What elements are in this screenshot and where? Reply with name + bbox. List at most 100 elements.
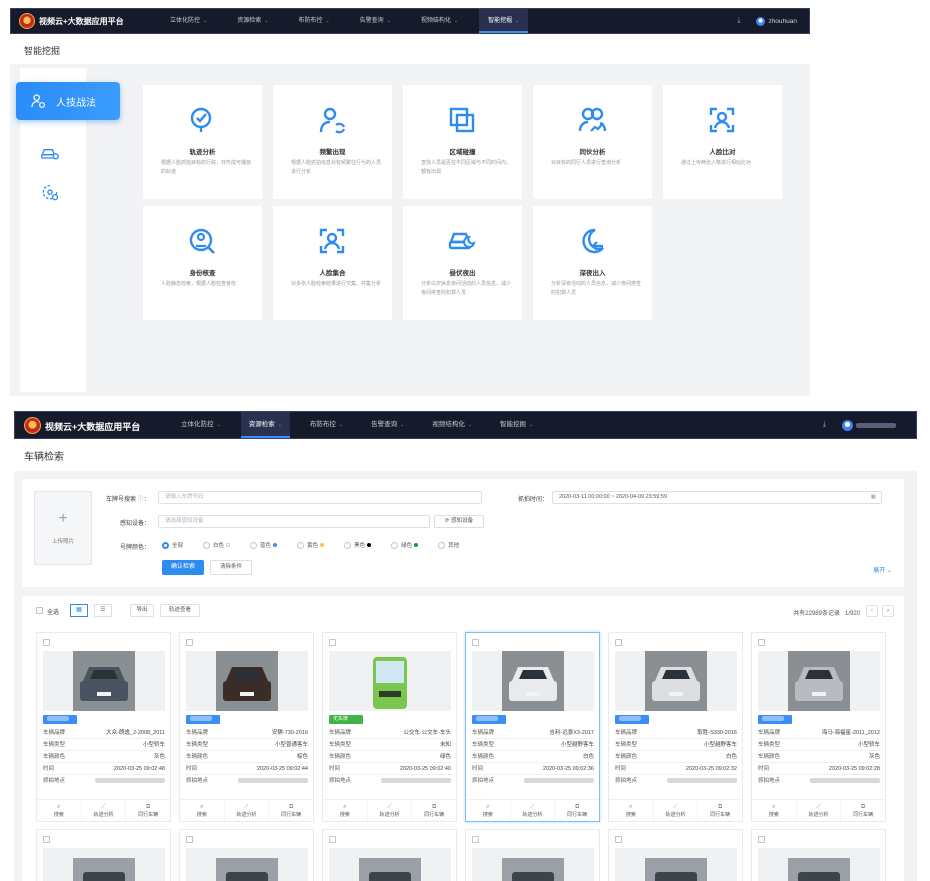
- plate-color-radio[interactable]: 黄色: [297, 541, 325, 549]
- card-checkbox[interactable]: [615, 836, 622, 843]
- upload-photo-area[interactable]: + 上传照片: [34, 491, 92, 565]
- vehicle-action-button[interactable]: ⧉ 同行车辆: [126, 800, 170, 821]
- vehicle-card[interactable]: [322, 829, 457, 881]
- radio-circle-icon: [391, 541, 399, 549]
- grid-view-icon[interactable]: ▦: [70, 604, 88, 617]
- vehicle-action-button[interactable]: ⧉ 同行车辆: [412, 800, 456, 821]
- plate-color-radio[interactable]: 黑色: [344, 541, 372, 549]
- avatar[interactable]: [842, 419, 853, 431]
- menu-item[interactable]: 告警查询 ⌄: [351, 9, 400, 33]
- menu-item[interactable]: 立体化防控 ⌄: [161, 9, 216, 33]
- card-checkbox[interactable]: [329, 836, 336, 843]
- expand-link[interactable]: 展开 ⌄: [873, 565, 892, 574]
- vehicle-action-button[interactable]: ⧉ 同行车辆: [555, 800, 599, 821]
- vehicle-action-button[interactable]: ⌕ 搜索: [466, 800, 511, 821]
- vehicle-card[interactable]: 车辆品牌 取胜-S330-2016 车辆类型 小型越野客车 车辆颜色 白色 时间 2020-0…: [608, 632, 743, 822]
- username-masked[interactable]: [856, 422, 896, 428]
- strategy-card[interactable]: 轨迹分析 根据人脸抓拍目标的行踪，并形成可播放的轨迹: [143, 85, 262, 199]
- vehicle-action-button[interactable]: ⟋ 轨迹分析: [797, 800, 842, 821]
- vehicle-card[interactable]: [608, 829, 743, 881]
- list-view-icon[interactable]: ☰: [94, 604, 112, 617]
- vehicle-card[interactable]: [36, 829, 171, 881]
- prev-page-icon[interactable]: ‹: [866, 605, 878, 617]
- menu-item[interactable]: 立体化防控 ⌄: [173, 412, 229, 438]
- menu-item[interactable]: 告警查询 ⌄: [363, 412, 412, 438]
- vehicle-action-button[interactable]: ⌕ 搜索: [609, 800, 654, 821]
- plate-color-radio[interactable]: 其他: [438, 541, 459, 549]
- vehicle-action-button[interactable]: ⌕ 搜索: [180, 800, 225, 821]
- vehicle-card[interactable]: 车辆品牌 安騏-730-2016 车辆类型 小型普通客车 车辆颜色 棕色 时间 2020-03…: [179, 632, 314, 822]
- plate-color-radio[interactable]: 蓝色: [250, 541, 278, 549]
- card-checkbox[interactable]: [758, 836, 765, 843]
- download-icon[interactable]: ⤓: [737, 17, 740, 25]
- menu-item[interactable]: 视频结构化 ⌄: [424, 412, 480, 438]
- strategy-card[interactable]: 人脸集合 对多张人脸检索结果进行交集、并集分析: [273, 206, 392, 320]
- vehicle-attr-row: 时间 2020-03-25 09:02:28: [758, 763, 880, 775]
- vehicle-card[interactable]: [465, 829, 600, 881]
- download-icon[interactable]: ⤓: [823, 421, 826, 429]
- avatar[interactable]: [756, 16, 766, 26]
- vehicle-action-button[interactable]: ⟋ 轨迹分析: [82, 800, 127, 821]
- card-checkbox[interactable]: [472, 639, 479, 646]
- plate-color-radio[interactable]: 全部: [162, 541, 183, 549]
- menu-item[interactable]: 智能挖掘 ⌄: [492, 412, 541, 438]
- plate-color-radio[interactable]: 白色: [203, 541, 231, 549]
- card-checkbox[interactable]: [186, 639, 193, 646]
- vehicle-action-button[interactable]: ⟋ 轨迹分析: [654, 800, 699, 821]
- card-checkbox[interactable]: [43, 836, 50, 843]
- location-search-icon[interactable]: [40, 183, 60, 203]
- strategy-card[interactable]: 区域碰撞 查找人员是否在不同区域与不同时间内，都有出现: [403, 85, 522, 199]
- chevron-down-icon: ⌄: [277, 422, 282, 428]
- card-checkbox[interactable]: [186, 836, 193, 843]
- plate-search-input[interactable]: 请输入车牌号码: [158, 491, 482, 504]
- vehicle-card[interactable]: 车辆品牌 大众-朗逸_2-2008_2011 车辆类型 小型轿车 车辆颜色 灰色 时间 202…: [36, 632, 171, 822]
- vehicle-action-button[interactable]: ⌕ 搜索: [323, 800, 368, 821]
- strategy-card[interactable]: 同伙分析 对目标的同行人员进行查询分析: [533, 85, 652, 199]
- menu-item[interactable]: 视频结构化 ⌄: [412, 9, 467, 33]
- vehicle-action-button[interactable]: ⧉ 同行车辆: [841, 800, 885, 821]
- menu-item[interactable]: 布防布控 ⌄: [289, 9, 338, 33]
- username[interactable]: zhouhuan: [768, 18, 797, 25]
- card-checkbox[interactable]: [615, 639, 622, 646]
- card-checkbox[interactable]: [472, 836, 479, 843]
- menu-item[interactable]: 资源检索 ⌄: [228, 9, 277, 33]
- menu-item[interactable]: 智能挖掘 ⌄: [479, 9, 529, 33]
- clear-conditions-button[interactable]: 清除条件: [210, 560, 252, 575]
- strategy-card[interactable]: 频繁出现 根据人脸抓拍信息对有频繁往行为的人员进行分析: [273, 85, 392, 199]
- strategy-card[interactable]: 昼伏夜出 分析白天休息夜间活动的人员信息，减少夜间排查的犯罪人员: [403, 206, 522, 320]
- vehicle-action-button[interactable]: ⟋ 轨迹分析: [511, 800, 556, 821]
- menu-item[interactable]: 资源检索 ⌄: [240, 412, 291, 438]
- capture-time-input[interactable]: 2020-03-11 00:00:00 ~ 2020-04-09 23:59:5…: [552, 491, 882, 504]
- sidebar-item-active[interactable]: 人技战法: [16, 82, 120, 120]
- car-search-icon[interactable]: [40, 143, 60, 163]
- strategy-card[interactable]: 身份核查 人脸静态检索，根据人脸检查身份: [143, 206, 262, 320]
- vehicle-action-button[interactable]: ⟋ 轨迹分析: [225, 800, 270, 821]
- vehicle-card[interactable]: 无车牌 车辆品牌 公交车-公交车-车头 车辆类型 未知 车辆颜色 绿色 时间 2020-03-2…: [322, 632, 457, 822]
- next-page-icon[interactable]: ›: [882, 605, 894, 617]
- trajectory-view-button[interactable]: 轨迹查看: [160, 604, 200, 617]
- strategy-card[interactable]: 深夜出入 分析深夜活动的人员信息，减少夜间排查的犯罪人员: [533, 206, 652, 320]
- vehicle-card[interactable]: 车辆品牌 海马-海福星-2011_2012 车辆类型 小型轿车 车辆颜色 灰色 时间 2020…: [751, 632, 886, 822]
- radio-label: 黄色: [307, 543, 319, 549]
- vehicle-action-button[interactable]: ⧉ 同行车辆: [698, 800, 742, 821]
- vehicle-card[interactable]: [751, 829, 886, 881]
- strategy-card[interactable]: 人脸比对 通过上传两张人像进行相似比对: [663, 85, 782, 199]
- device-select-button[interactable]: ⟳ 感知设备: [434, 515, 484, 528]
- vehicle-action-button[interactable]: ⟋ 轨迹分析: [368, 800, 413, 821]
- plate-color-radio[interactable]: 绿色: [391, 541, 419, 549]
- confirm-search-button[interactable]: 确认检索: [162, 560, 204, 575]
- attr-label: 时间: [186, 766, 198, 772]
- device-input[interactable]: 请选择感知设备: [158, 515, 430, 528]
- vehicle-action-button[interactable]: ⌕ 搜索: [752, 800, 797, 821]
- select-all-checkbox[interactable]: [36, 607, 43, 614]
- export-button[interactable]: 导出: [130, 604, 154, 617]
- card-checkbox[interactable]: [758, 639, 765, 646]
- vehicle-action-button[interactable]: ⧉ 同行车辆: [269, 800, 313, 821]
- card-checkbox[interactable]: [329, 639, 336, 646]
- card-checkbox[interactable]: [43, 639, 50, 646]
- menu-item[interactable]: 布防布控 ⌄: [302, 412, 351, 438]
- vehicle-card[interactable]: [179, 829, 314, 881]
- vehicle-card[interactable]: 车辆品牌 吉利-远景X3-2017 车辆类型 小型越野客车 车辆颜色 白色 时间 2020-0…: [465, 632, 600, 822]
- cars-icon: ⧉: [718, 804, 723, 810]
- vehicle-action-button[interactable]: ⌕ 搜索: [37, 800, 82, 821]
